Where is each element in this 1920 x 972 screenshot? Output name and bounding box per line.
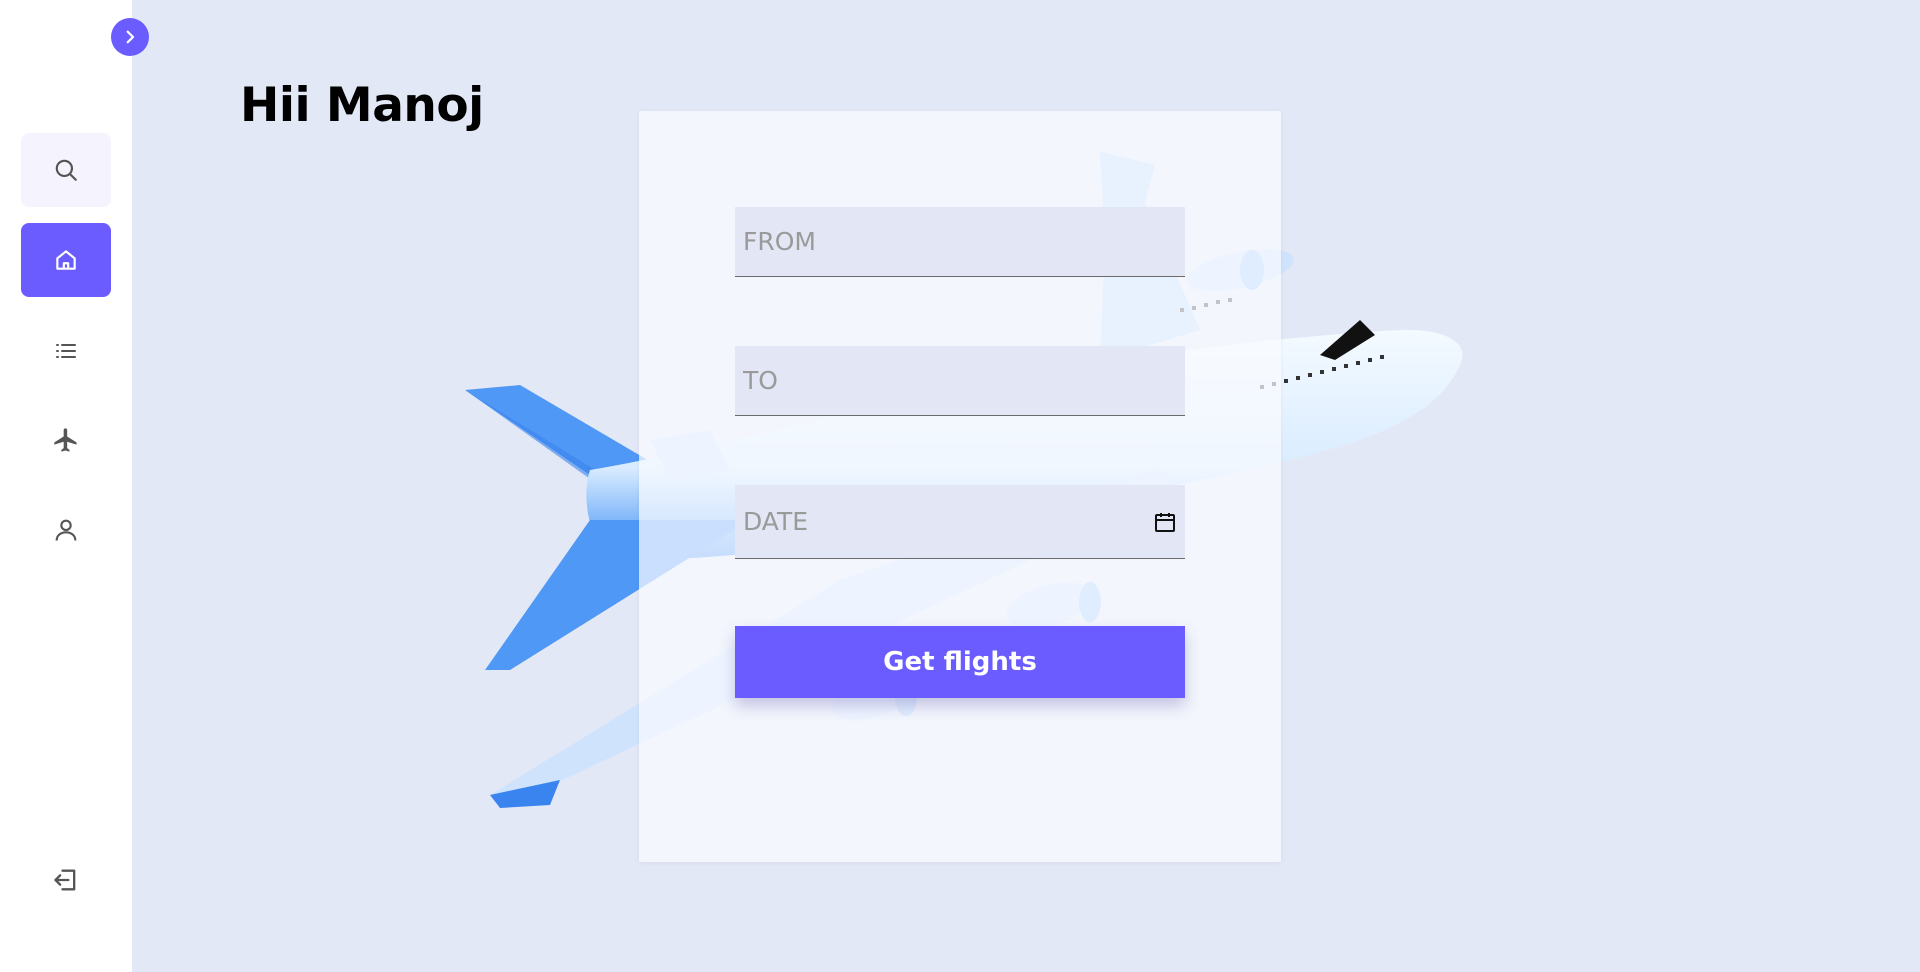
chevron-right-icon: [126, 30, 135, 44]
sidebar-item-list[interactable]: [21, 314, 111, 388]
sidebar-toggle-button[interactable]: [111, 18, 149, 56]
from-input[interactable]: [735, 207, 1185, 277]
flight-search-card: DATE Get flights: [639, 111, 1281, 862]
search-icon: [55, 159, 77, 181]
to-input[interactable]: [735, 346, 1185, 416]
app-root: Hii Manoj FROM TO DATE Get flights: [0, 0, 1920, 972]
calendar-icon[interactable]: [1153, 510, 1177, 534]
sidebar-item-flights[interactable]: [21, 403, 111, 477]
date-input[interactable]: DATE: [735, 485, 1185, 559]
get-flights-button[interactable]: Get flights: [735, 626, 1185, 698]
sidebar-item-search[interactable]: [21, 133, 111, 207]
logout-icon: [54, 869, 76, 891]
sidebar-item-profile[interactable]: [21, 493, 111, 567]
logout-button[interactable]: [21, 843, 111, 917]
sidebar: [0, 0, 132, 972]
user-icon: [55, 519, 77, 541]
list-icon: [56, 344, 76, 358]
home-icon: [56, 250, 76, 270]
date-placeholder: DATE: [743, 507, 809, 536]
airplane-icon: [54, 428, 77, 452]
page-title: Hii Manoj: [240, 78, 484, 133]
sidebar-item-home[interactable]: [21, 223, 111, 297]
